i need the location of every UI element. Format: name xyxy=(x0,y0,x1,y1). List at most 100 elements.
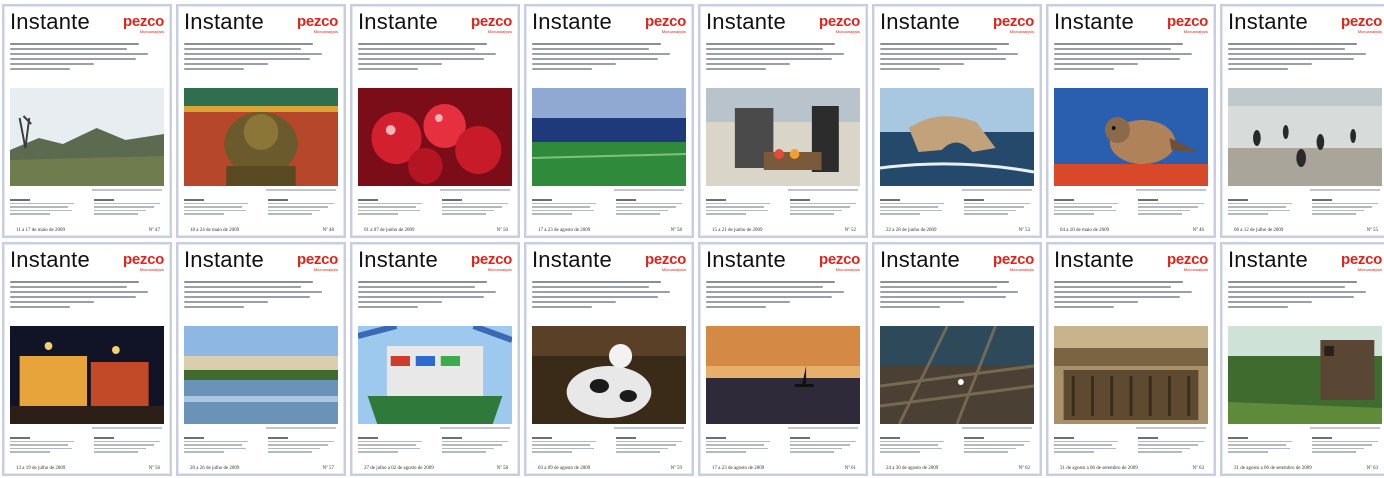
cover-summary xyxy=(706,40,856,80)
cover-summary xyxy=(1054,40,1204,80)
newsletter-cover-15[interactable]: Instante pezco Microanalysis 31 de agost… xyxy=(1046,242,1216,476)
cover-photo-night-market xyxy=(10,326,164,424)
cover-footer: 17 a 23 de agosto de 2009 Nº 58 xyxy=(532,223,686,233)
newsletter-cover-7[interactable]: Instante pezco Microanalysis 04 a 10 de … xyxy=(1046,4,1216,238)
cover-photo-waterfront-palace xyxy=(184,326,338,424)
cover-photo-container-ship xyxy=(358,326,512,424)
newsletter-cover-5[interactable]: Instante pezco Microanalysis 15 a 21 de … xyxy=(698,4,868,238)
publication-title: Instante xyxy=(184,247,264,272)
contact-info xyxy=(184,197,338,221)
photo-caption xyxy=(962,427,1032,429)
newsletter-cover-16[interactable]: Instante pezco Microanalysis 31 de agost… xyxy=(1220,242,1384,476)
cover-photo-coastal-arch xyxy=(880,88,1034,186)
cover-footer: 11 a 17 de maio de 2009 Nº 47 xyxy=(10,223,164,233)
brand-tagline: Microanalysis xyxy=(1009,267,1034,272)
cover-header: Instante pezco Microanalysis xyxy=(10,247,164,275)
brand-logo: pezco xyxy=(1340,251,1382,268)
photo-caption xyxy=(92,427,162,429)
newsletter-cover-4[interactable]: Instante pezco Microanalysis 17 a 23 de … xyxy=(524,4,694,238)
issue-date: 22 a 28 de junho de 2009 xyxy=(886,228,937,233)
issue-number: Nº 46 xyxy=(1192,228,1204,233)
cover-footer: 15 a 21 de junho de 2009 Nº 52 xyxy=(706,223,860,233)
issue-date: 17 a 23 de agosto de 2009 xyxy=(712,466,765,471)
photo-caption xyxy=(614,427,684,429)
cover-header: Instante pezco Microanalysis xyxy=(1054,247,1208,275)
issue-number: Nº 63 xyxy=(1192,466,1204,471)
brand-logo: pezco xyxy=(122,251,164,268)
issue-number: Nº 58 xyxy=(670,228,682,233)
newsletter-cover-9[interactable]: Instante pezco Microanalysis 13 a 19 de … xyxy=(2,242,172,476)
contact-info xyxy=(880,435,1034,459)
brand-logo: pezco xyxy=(992,251,1034,268)
cover-header: Instante pezco Microanalysis xyxy=(706,9,860,37)
issue-date: 24 a 30 de agosto de 2009 xyxy=(886,466,939,471)
cover-header: Instante pezco Microanalysis xyxy=(532,247,686,275)
cover-summary xyxy=(358,278,508,318)
cover-header: Instante pezco Microanalysis xyxy=(10,9,164,37)
cover-footer: 13 a 19 de julho de 2009 Nº 56 xyxy=(10,461,164,471)
publication-title: Instante xyxy=(358,247,438,272)
cover-photo-sunset-boat xyxy=(706,326,860,424)
photo-caption xyxy=(266,427,336,429)
cover-header: Instante pezco Microanalysis xyxy=(358,9,512,37)
newsletter-cover-12[interactable]: Instante pezco Microanalysis 03 a 09 de … xyxy=(524,242,694,476)
contact-info xyxy=(1054,197,1208,221)
issue-number: Nº 59 xyxy=(670,466,682,471)
newsletter-cover-13[interactable]: Instante pezco Microanalysis 17 a 23 de … xyxy=(698,242,868,476)
contact-info xyxy=(10,435,164,459)
cover-summary xyxy=(1054,278,1204,318)
newsletter-cover-8[interactable]: Instante pezco Microanalysis 06 a 12 de … xyxy=(1220,4,1384,238)
photo-caption xyxy=(92,189,162,191)
newsletter-cover-3[interactable]: Instante pezco Microanalysis 01 a 07 de … xyxy=(350,4,520,238)
cover-footer: 24 a 30 de agosto de 2009 Nº 62 xyxy=(880,461,1034,471)
cover-summary xyxy=(880,278,1030,318)
cover-header: Instante pezco Microanalysis xyxy=(532,9,686,37)
cover-photo-colosseum xyxy=(1054,326,1208,424)
brand-tagline: Microanalysis xyxy=(487,267,512,272)
contact-info xyxy=(880,197,1034,221)
newsletter-cover-6[interactable]: Instante pezco Microanalysis 22 a 28 de … xyxy=(872,4,1042,238)
issue-number: Nº 61 xyxy=(844,466,856,471)
cover-header: Instante pezco Microanalysis xyxy=(1054,9,1208,37)
brand-logo: pezco xyxy=(1166,13,1208,30)
photo-caption xyxy=(614,189,684,191)
newsletter-cover-11[interactable]: Instante pezco Microanalysis 27 de julho… xyxy=(350,242,520,476)
issue-date: 27 de julho a 02 de agosto de 2009 xyxy=(364,466,434,471)
brand-logo: pezco xyxy=(1340,13,1382,30)
newsletter-cover-14[interactable]: Instante pezco Microanalysis 24 a 30 de … xyxy=(872,242,1042,476)
contact-info xyxy=(358,197,512,221)
brand-tagline: Microanalysis xyxy=(661,267,686,272)
publication-title: Instante xyxy=(880,9,960,34)
cover-header: Instante pezco Microanalysis xyxy=(880,9,1034,37)
issue-date: 11 a 17 de maio de 2009 xyxy=(16,228,65,233)
photo-caption xyxy=(1310,427,1380,429)
cover-photo-penguins xyxy=(1228,88,1382,186)
contact-info xyxy=(1228,435,1382,459)
issue-number: Nº 52 xyxy=(844,228,856,233)
photo-caption xyxy=(440,189,510,191)
brand-tagline: Microanalysis xyxy=(139,267,164,272)
brand-logo: pezco xyxy=(470,251,512,268)
cover-photo-stadium xyxy=(532,88,686,186)
newsletter-cover-2[interactable]: Instante pezco Microanalysis 18 a 24 de … xyxy=(176,4,346,238)
cover-summary xyxy=(10,278,160,318)
brand-tagline: Microanalysis xyxy=(835,267,860,272)
publication-title: Instante xyxy=(706,247,786,272)
cover-summary xyxy=(358,40,508,80)
issue-number: Nº 57 xyxy=(322,466,334,471)
publication-title: Instante xyxy=(706,9,786,34)
publication-title: Instante xyxy=(10,9,90,34)
brand-logo: pezco xyxy=(296,13,338,30)
issue-number: Nº 63 xyxy=(1366,466,1378,471)
issue-number: Nº 47 xyxy=(148,228,160,233)
newsletter-cover-grid: Instante pezco Microanalysis 11 a 17 de … xyxy=(2,4,1384,478)
cover-footer: 20 a 26 de julho de 2009 Nº 57 xyxy=(184,461,338,471)
contact-info xyxy=(1054,435,1208,459)
newsletter-cover-1[interactable]: Instante pezco Microanalysis 11 a 17 de … xyxy=(2,4,172,238)
contact-info xyxy=(706,197,860,221)
brand-tagline: Microanalysis xyxy=(661,29,686,34)
cover-photo-red-currants xyxy=(358,88,512,186)
cover-footer: 31 de agosto a 06 de setembro de 2009 Nº… xyxy=(1228,461,1382,471)
newsletter-cover-10[interactable]: Instante pezco Microanalysis 20 a 26 de … xyxy=(176,242,346,476)
cover-summary xyxy=(880,40,1030,80)
